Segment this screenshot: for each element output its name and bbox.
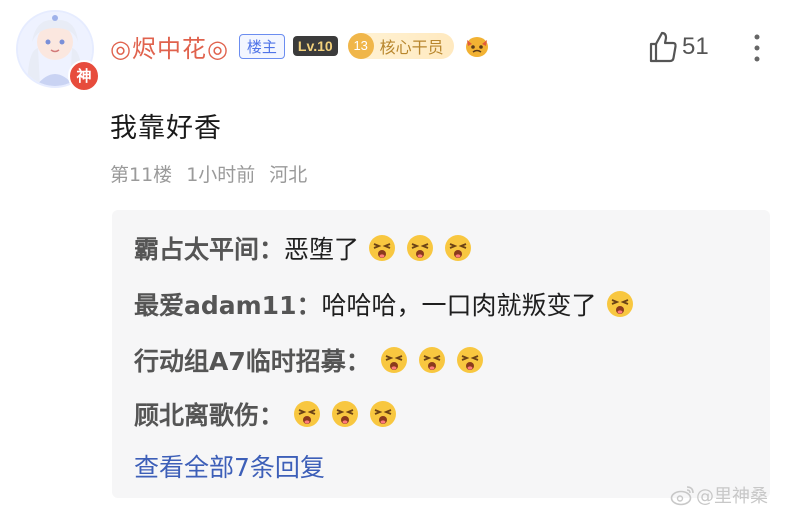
reply-list: 霸占太平间： 恶堕了 最爱adam11： 哈哈哈，一口肉就叛变了 行动组A7临时… xyxy=(112,210,770,498)
squinting-face-emoji-icon xyxy=(380,347,407,373)
squinting-face-emoji-icon xyxy=(332,401,359,427)
core-member-badge: 13 核心干员 xyxy=(347,33,454,59)
like-button[interactable]: 51 xyxy=(648,30,709,64)
squinting-face-emoji-icon xyxy=(456,347,483,373)
thumb-up-icon xyxy=(649,31,677,63)
level-badge: Lv.10 xyxy=(292,36,338,56)
reply-author[interactable]: 行动组A7临时招募： xyxy=(134,342,371,378)
view-all-replies-link[interactable]: 查看全部7条回复 xyxy=(134,448,325,484)
reply-author[interactable]: 最爱adam11： xyxy=(134,286,321,322)
like-count: 51 xyxy=(682,33,709,60)
reply-item[interactable]: 最爱adam11： 哈哈哈，一口肉就叛变了 xyxy=(134,284,635,324)
avatar[interactable]: 神 xyxy=(16,10,100,92)
author-name[interactable]: ◎烬中花◎ xyxy=(110,29,229,64)
core-number: 13 xyxy=(347,33,374,59)
avatar-badge: 神 xyxy=(68,60,100,92)
post-time: 1小时前 xyxy=(186,164,256,186)
weibo-logo-icon xyxy=(670,486,694,506)
reply-text: 哈哈哈，一口肉就叛变了 xyxy=(321,291,597,320)
op-badge: 楼主 xyxy=(238,33,285,59)
reply-author[interactable]: 霸占太平间： xyxy=(134,230,284,266)
more-vertical-icon[interactable] xyxy=(750,32,764,64)
reply-item[interactable]: 霸占太平间： 恶堕了 xyxy=(134,228,473,268)
reply-author[interactable]: 顾北离歌伤： xyxy=(134,396,284,432)
post-meta: 第11楼 1小时前 河北 xyxy=(110,160,307,187)
squinting-face-emoji-icon xyxy=(369,235,396,261)
watermark: @里神桑 xyxy=(670,482,768,508)
squinting-face-emoji-icon xyxy=(370,401,397,427)
squinting-face-emoji-icon xyxy=(445,235,472,261)
post-content: 我靠好香 xyxy=(110,113,222,144)
post-header: ◎烬中花◎ 楼主 Lv.10 13 核心干员 xyxy=(110,28,490,64)
squinting-face-emoji-icon xyxy=(294,401,321,427)
reply-item[interactable]: 顾北离歌伤： xyxy=(134,394,398,434)
floor-number: 第11楼 xyxy=(110,164,173,186)
reply-text: 恶堕了 xyxy=(284,235,360,264)
squinting-face-emoji-icon xyxy=(606,291,633,317)
reply-item[interactable]: 行动组A7临时招募： xyxy=(134,340,485,380)
watermark-text: @里神桑 xyxy=(696,486,768,507)
comment-post: 神 ◎烬中花◎ 楼主 Lv.10 13 核心干员 51 我靠好香 第11楼 1小… xyxy=(0,0,800,513)
post-location: 河北 xyxy=(269,164,308,186)
squinting-face-emoji-icon xyxy=(418,347,445,373)
squinting-face-emoji-icon xyxy=(407,235,434,261)
core-label: 核心干员 xyxy=(379,38,444,57)
angry-face-badge-icon xyxy=(465,37,488,57)
